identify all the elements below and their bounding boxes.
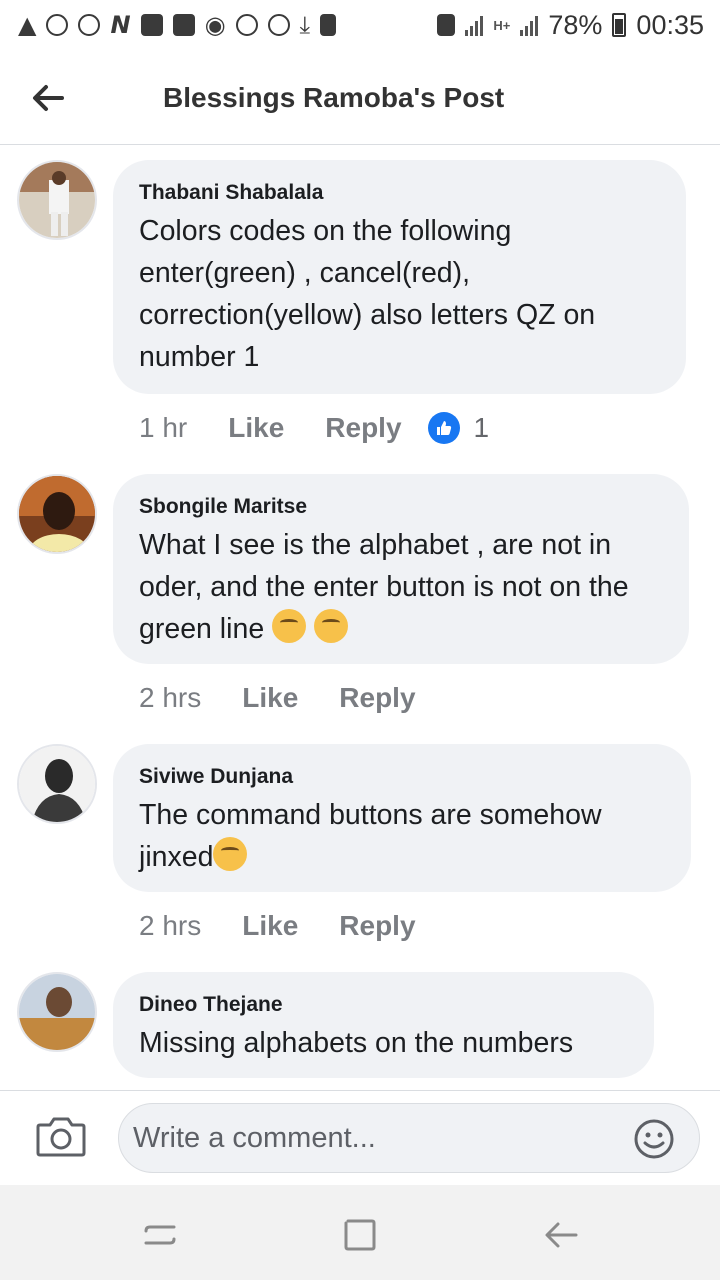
clock: 00:35 <box>636 9 704 40</box>
reaction-count[interactable]: 1 <box>474 412 490 444</box>
system-nav-bar <box>0 1185 720 1280</box>
comment-text: What I see is the alphabet , are not in … <box>139 524 663 650</box>
avatar[interactable] <box>17 474 97 554</box>
comment-time[interactable]: 2 hrs <box>139 910 201 942</box>
avatar-photo <box>19 162 95 238</box>
nav-back-icon[interactable] <box>542 1215 582 1255</box>
network-type: H+ <box>493 17 511 33</box>
comment-actions: 1 hr Like Reply 1 <box>139 412 489 444</box>
back-arrow-icon[interactable] <box>28 78 68 118</box>
status-notifications: ▲ N ◉ ⤓ <box>18 11 337 39</box>
avatar[interactable] <box>17 744 97 824</box>
comment-bubble[interactable]: Dineo Thejane Missing alphabets on the n… <box>113 972 654 1078</box>
comment-bubble[interactable]: Thabani Shabalala Colors codes on the fo… <box>113 160 686 394</box>
comment-author[interactable]: Sbongile Maritse <box>139 494 663 520</box>
comment-text: The command buttons are somehow jinxed <box>139 794 665 878</box>
comment-author[interactable]: Dineo Thejane <box>139 992 628 1018</box>
post-header: Blessings Ramoba's Post <box>0 50 720 145</box>
comment-input-placeholder: Write a comment... <box>133 1121 376 1154</box>
comment-author[interactable]: Siviwe Dunjana <box>139 764 665 790</box>
comment-input[interactable]: Write a comment... <box>118 1103 700 1173</box>
comment-composer: Write a comment... <box>0 1090 720 1185</box>
comment-bubble[interactable]: Sbongile Maritse What I see is the alpha… <box>113 474 689 664</box>
like-button[interactable]: Like <box>242 910 298 942</box>
battery-icon <box>612 13 627 37</box>
thinking-emoji-icon <box>213 837 248 871</box>
reply-button[interactable]: Reply <box>339 910 415 942</box>
avatar-photo <box>19 746 95 822</box>
gallery-icon <box>172 14 195 36</box>
comment-bubble[interactable]: Siviwe Dunjana The command buttons are s… <box>113 744 691 892</box>
comment-text: Colors codes on the following enter(gree… <box>139 215 596 373</box>
comment-author[interactable]: Thabani Shabalala <box>139 180 660 206</box>
whatsapp-icon <box>46 14 69 36</box>
status-bar: ▲ N ◉ ⤓ H+ 78% 00:35 <box>0 0 720 50</box>
news-icon: N <box>110 11 131 39</box>
sync-icon-2 <box>267 14 290 36</box>
like-button[interactable]: Like <box>242 682 298 714</box>
thinking-emoji-icon <box>272 609 307 643</box>
avatar-photo <box>19 974 95 1050</box>
smiley-icon[interactable] <box>633 1118 675 1160</box>
comment-actions: 2 hrs Like Reply <box>139 910 416 942</box>
home-icon[interactable] <box>340 1215 380 1255</box>
avatar[interactable] <box>17 972 97 1052</box>
reply-button[interactable]: Reply <box>339 682 415 714</box>
comment-time[interactable]: 1 hr <box>139 412 187 444</box>
avatar[interactable] <box>17 160 97 240</box>
thinking-emoji-icon <box>314 609 349 643</box>
comment-text-content: What I see is the alphabet , are not in … <box>139 529 629 645</box>
signal-icon-2 <box>520 14 539 36</box>
download-icon: ⤓ <box>299 11 311 39</box>
comment-actions: 2 hrs Like Reply <box>139 682 416 714</box>
facebook-icon <box>78 14 101 36</box>
signal-icon <box>465 14 484 36</box>
sim-icon <box>437 14 456 36</box>
thumbs-up-icon[interactable] <box>427 412 460 444</box>
comment-time[interactable]: 2 hrs <box>139 682 201 714</box>
warning-icon: ▲ <box>18 11 37 39</box>
recent-apps-icon[interactable] <box>140 1215 180 1255</box>
status-system: H+ 78% 00:35 <box>437 10 704 41</box>
message-icon <box>140 14 163 36</box>
reply-button[interactable]: Reply <box>325 412 401 444</box>
page-title: Blessings Ramoba's Post <box>163 82 505 113</box>
comment-text: Missing alphabets on the numbers <box>139 1027 574 1059</box>
avatar-photo <box>19 476 95 552</box>
wifi-icon: ◉ <box>204 11 226 39</box>
sd-card-icon <box>320 14 337 36</box>
like-button[interactable]: Like <box>228 412 284 444</box>
comment-text-content: The command buttons are somehow jinxed <box>139 799 602 873</box>
camera-icon[interactable] <box>36 1115 86 1157</box>
battery-percent: 78% <box>548 9 603 40</box>
sync-icon <box>235 14 258 36</box>
